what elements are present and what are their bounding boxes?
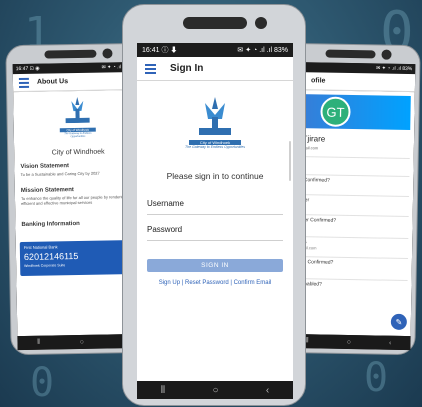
status-time: 16:41 ⓘ ⬇ (142, 47, 178, 54)
camera (381, 49, 392, 60)
row-value: 997 (295, 165, 409, 172)
row-label: dress Confirmed? (293, 259, 334, 266)
profile-banner (294, 94, 411, 131)
edit-fab[interactable]: ✎ (390, 313, 408, 331)
app-bar: ofile (290, 71, 416, 93)
signin-button-label: SIGN IN (201, 262, 229, 269)
status-icons: ✉ ✦ ◔ .ıl .ıl 83% (237, 47, 288, 54)
signin-prompt: Please sign in to continue (166, 171, 264, 181)
account-number: 62012146115 (23, 251, 79, 262)
account-holder: Windhoek Corporate Suite (24, 263, 66, 268)
username-label: Username (147, 199, 184, 208)
logo-tagline: The Gateway to Endless Opportunities (185, 145, 245, 149)
row-label: umber Confirmed? (294, 217, 337, 224)
avatar-initials: GT (326, 104, 345, 120)
status-time: 16:47 ⊡ ◉ (15, 65, 40, 73)
username-field[interactable]: Username (147, 197, 283, 215)
back-icon[interactable]: ‹ (266, 385, 269, 396)
city-logo: City of Windhoek The Gateway to Endless … (185, 95, 245, 155)
profile-row: er 997 (295, 156, 410, 173)
mission-heading: Mission Statement (20, 187, 74, 194)
speaker (325, 49, 376, 59)
confirm-email-link[interactable]: Confirm Email (234, 280, 272, 286)
center-screen: 16:41 ⓘ ⬇ ✉ ✦ ◔ .ıl .ıl 83% Sign In City… (137, 43, 293, 399)
vision-heading: Vision Statement (20, 163, 70, 170)
center-phone: 16:41 ⓘ ⬇ ✉ ✦ ◔ .ıl .ıl 83% Sign In City… (122, 4, 306, 406)
link-separator: | (230, 280, 232, 286)
signin-links: Sign Up | Reset Password | Confirm Email (137, 280, 293, 286)
home-icon[interactable]: ○ (347, 338, 351, 345)
speaker (44, 49, 97, 59)
signup-link[interactable]: Sign Up (159, 280, 180, 286)
banking-heading: Banking Information (21, 220, 80, 228)
nav-bar: ⦀ ○ ‹ (137, 381, 293, 399)
page-title: ofile (310, 77, 326, 85)
status-bar: 16:41 ⓘ ⬇ ✉ ✦ ◔ .ıl .ıl 83% (137, 43, 293, 57)
row-label: ber Confirmed? (295, 177, 330, 184)
logo-tagline: The Gateway to Endless Opportunities (64, 131, 92, 139)
profile-row: umber 2075 (294, 194, 410, 211)
back-icon[interactable]: ‹ (389, 339, 391, 346)
menu-icon[interactable] (145, 62, 156, 76)
city-logo: City of Windhoek The Gateway to Endless … (59, 95, 96, 138)
recents-icon[interactable]: ⦀ (37, 339, 40, 347)
page-title: About Us (36, 78, 69, 86)
profile-row: dress Confirmed? (293, 256, 408, 268)
camera (102, 48, 113, 59)
pencil-icon: ✎ (395, 317, 403, 327)
row-value: @gmail.com (294, 245, 408, 252)
app-bar: Sign In (137, 57, 293, 81)
profile-row: ber Confirmed? (295, 174, 410, 186)
password-field[interactable]: Password (147, 223, 283, 241)
status-icons: ✉ ✦ ◔ .ıl .ıl 83% (376, 65, 413, 73)
signin-button[interactable]: SIGN IN (147, 259, 283, 272)
row-label: tor Enabled? (293, 281, 322, 288)
page-title: Sign In (170, 63, 204, 74)
profile-row: tor Enabled? (293, 278, 408, 290)
signin-content: City of Windhoek The Gateway to Endless … (137, 81, 293, 381)
bg-digit: 0 (364, 355, 389, 401)
camera (255, 17, 267, 29)
speaker (183, 17, 247, 29)
bg-digit: 0 (30, 360, 55, 406)
home-icon[interactable]: ○ (212, 385, 218, 396)
reset-password-link[interactable]: Reset Password (185, 280, 229, 286)
scrollbar[interactable] (289, 141, 291, 181)
menu-icon[interactable] (18, 75, 30, 89)
link-separator: | (181, 280, 184, 286)
home-icon[interactable]: ○ (80, 338, 84, 345)
profile-row: dress @gmail.com (294, 236, 409, 253)
recents-icon[interactable]: ⦀ (161, 385, 165, 396)
bank-name: First National Bank (23, 244, 58, 250)
row-value: 2075 (295, 203, 409, 210)
vision-text: To be a Sustainable and Caring City by 2… (20, 170, 100, 177)
password-label: Password (147, 225, 183, 234)
profile-row: umber Confirmed? (294, 214, 409, 226)
